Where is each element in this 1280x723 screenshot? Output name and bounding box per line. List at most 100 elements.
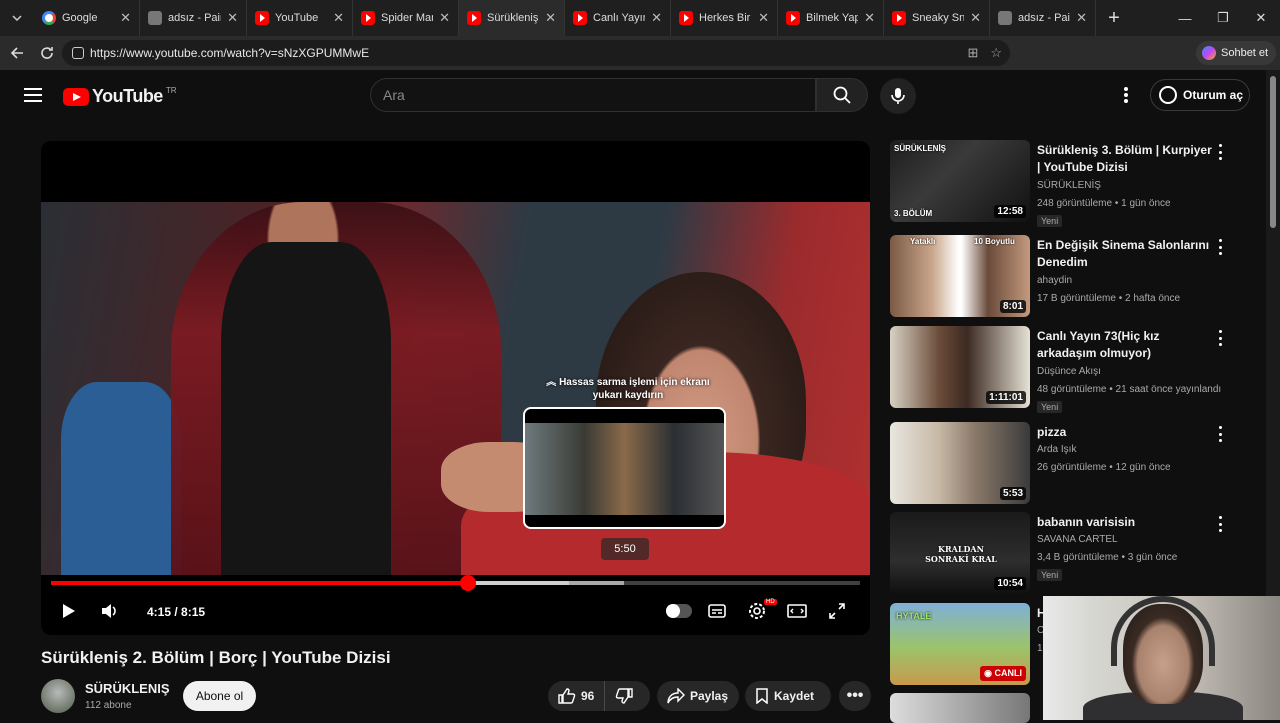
recommendation-meta: 1 — [1037, 643, 1043, 654]
close-tab-icon[interactable]: ✕ — [120, 10, 131, 26]
more-vertical-icon[interactable] — [1216, 239, 1224, 255]
back-button[interactable] — [2, 38, 32, 68]
new-tab-button[interactable]: + — [1096, 7, 1132, 30]
browser-tab[interactable]: Google ✕ — [34, 0, 140, 36]
close-tab-icon[interactable]: ✕ — [970, 10, 981, 26]
subscriber-count: 112 abone — [85, 700, 132, 711]
more-vertical-icon[interactable] — [1216, 330, 1224, 346]
close-tab-icon[interactable]: ✕ — [439, 10, 450, 26]
recommendation-meta: 3,4 B görüntüleme • 3 gün önce — [1037, 552, 1178, 563]
browser-tab[interactable]: Bilmek Yapma✕ — [778, 0, 884, 36]
close-window-icon[interactable]: ✕ — [1242, 0, 1280, 36]
recommendation-title[interactable]: pizza — [1037, 424, 1215, 441]
close-tab-icon[interactable]: ✕ — [1076, 10, 1087, 26]
theater-mode-button[interactable] — [783, 597, 811, 625]
save-button[interactable]: Kaydet — [745, 681, 831, 711]
tab-actions-menu-button[interactable] — [0, 0, 34, 36]
favorite-star-icon[interactable]: ☆ — [990, 45, 1002, 61]
video-thumbnail[interactable]: Yataklı 10 Boyutlu 8:01 — [890, 235, 1030, 317]
close-tab-icon[interactable]: ✕ — [227, 10, 238, 26]
video-scene-chair — [61, 382, 181, 575]
like-button[interactable]: 96 — [548, 681, 604, 711]
hamburger-menu-icon[interactable] — [24, 88, 42, 102]
close-tab-icon[interactable]: ✕ — [651, 10, 662, 26]
close-tab-icon[interactable]: ✕ — [864, 10, 875, 26]
url-field[interactable]: https://www.youtube.com/watch?v=sNzXGPUM… — [62, 40, 1010, 66]
youtube-favicon-icon — [361, 11, 375, 25]
browser-tab[interactable]: Sneaky Snitch✕ — [884, 0, 990, 36]
maximize-icon[interactable]: ❐ — [1204, 0, 1242, 36]
more-actions-button[interactable]: ••• — [839, 681, 871, 711]
more-vertical-icon[interactable] — [1216, 144, 1224, 160]
channel-avatar[interactable] — [41, 679, 75, 713]
channel-name[interactable]: SÜRÜKLENIŞ — [85, 681, 170, 696]
site-info-icon[interactable] — [72, 47, 84, 59]
video-title: Sürükleniş 2. Bölüm | Borç | YouTube Diz… — [41, 648, 391, 667]
recommendation-title[interactable]: babanın varisisin — [1037, 514, 1215, 531]
video-thumbnail[interactable]: SÜRÜKLENİŞ 3. BÖLÜM 12:58 — [890, 140, 1030, 222]
recommendation-channel[interactable]: SÜRÜKLENİŞ — [1037, 180, 1101, 191]
recommendation-channel[interactable]: Arda Işık — [1037, 444, 1076, 455]
video-thumbnail[interactable]: 1:11:01 — [890, 326, 1030, 408]
share-button[interactable]: Paylaş — [657, 681, 739, 711]
browser-tab[interactable]: adsız - Paint✕ — [140, 0, 247, 36]
more-vertical-icon[interactable] — [1216, 516, 1224, 532]
subscribe-button[interactable]: Abone ol — [183, 681, 256, 711]
video-duration: 5:53 — [999, 487, 1026, 500]
settings-more-icon[interactable] — [1116, 84, 1136, 106]
search-button[interactable] — [816, 78, 868, 112]
browser-tab[interactable]: YouTube ✕ — [247, 0, 353, 36]
browser-tab[interactable]: Herkes Bir Ki✕ — [671, 0, 778, 36]
scrollbar-thumb[interactable] — [1270, 76, 1276, 228]
video-thumbnail[interactable]: HYTALE ◉ CANLI — [890, 603, 1030, 685]
mute-button[interactable] — [96, 597, 124, 625]
recommendation-item[interactable]: 5:53 pizza Arda Işık 26 görüntüleme • 12… — [890, 422, 1260, 508]
video-thumbnail[interactable]: 5:53 — [890, 422, 1030, 504]
youtube-header: YouTube TR Ara Oturum aç — [0, 70, 1266, 122]
recommendation-channel[interactable]: Düşünce Akışı — [1037, 366, 1101, 377]
recommendation-title[interactable]: Canlı Yayın 73(Hiç kız arkadaşım olmuyor… — [1037, 328, 1215, 362]
video-frame[interactable] — [41, 202, 870, 575]
video-thumbnail[interactable]: KRALDAN SONRAKİ KRAL 10:54 — [890, 512, 1030, 594]
search-input[interactable]: Ara — [370, 78, 816, 112]
new-badge: Yeni — [1037, 215, 1063, 227]
recommendation-channel[interactable]: ahaydin — [1037, 275, 1072, 286]
minimize-icon[interactable]: — — [1166, 0, 1204, 36]
youtube-logo[interactable]: YouTube TR — [63, 86, 177, 107]
dislike-button[interactable] — [604, 681, 648, 711]
subtitles-button[interactable] — [703, 597, 731, 625]
recommendation-title[interactable]: Sürükleniş 3. Bölüm | Kurpiyer | YouTube… — [1037, 142, 1215, 176]
close-tab-icon[interactable]: ✕ — [758, 10, 769, 26]
scrub-hint-text: ︽ Hassas sarma işlemi için ekranı yukarı… — [546, 377, 710, 401]
seek-preview-time: 5:50 — [601, 538, 649, 560]
play-button[interactable] — [55, 597, 83, 625]
recommendation-meta: 248 görüntüleme • 1 gün önce — [1037, 198, 1171, 209]
copilot-button[interactable]: Sohbet et — [1196, 41, 1276, 65]
search-icon — [833, 86, 851, 104]
autoplay-toggle[interactable] — [666, 604, 692, 618]
recommendation-channel[interactable]: SAVANA CARTEL — [1037, 534, 1118, 545]
recommendation-item[interactable]: SÜRÜKLENİŞ 3. BÖLÜM 12:58 Sürükleniş 3. … — [890, 140, 1260, 227]
voice-search-button[interactable] — [880, 78, 916, 114]
recommendation-item[interactable]: KRALDAN SONRAKİ KRAL 10:54 babanın varis… — [890, 512, 1260, 598]
close-tab-icon[interactable]: ✕ — [545, 10, 556, 26]
browser-tab[interactable]: Spider Man 3✕ — [353, 0, 459, 36]
more-vertical-icon[interactable] — [1216, 426, 1224, 442]
recommendation-item[interactable]: Yataklı 10 Boyutlu 8:01 En Değişik Sinem… — [890, 235, 1260, 321]
video-thumbnail[interactable] — [890, 693, 1030, 723]
recommendation-item[interactable]: 1:11:01 Canlı Yayın 73(Hiç kız arkadaşım… — [890, 326, 1260, 413]
video-player[interactable]: ︽ Hassas sarma işlemi için ekranı yukarı… — [41, 141, 870, 635]
app-available-icon[interactable]: ⊞ — [967, 45, 978, 61]
progress-bar[interactable] — [51, 575, 860, 591]
progress-scrubber-handle[interactable] — [459, 575, 476, 591]
close-tab-icon[interactable]: ✕ — [333, 10, 344, 26]
reload-button[interactable] — [32, 38, 62, 68]
signin-button[interactable]: Oturum aç — [1150, 79, 1250, 111]
recommendation-title[interactable]: En Değişik Sinema Salonlarını Denedim — [1037, 237, 1215, 271]
time-display: 4:15 / 8:15 — [147, 605, 206, 619]
paint-favicon-icon — [998, 11, 1012, 25]
fullscreen-button[interactable] — [823, 597, 851, 625]
browser-tab[interactable]: adsız - Paint✕ — [990, 0, 1096, 36]
browser-tab-active[interactable]: Sürükleniş 2.✕ — [459, 0, 565, 36]
browser-tab[interactable]: Canlı Yayın 73✕ — [565, 0, 671, 36]
